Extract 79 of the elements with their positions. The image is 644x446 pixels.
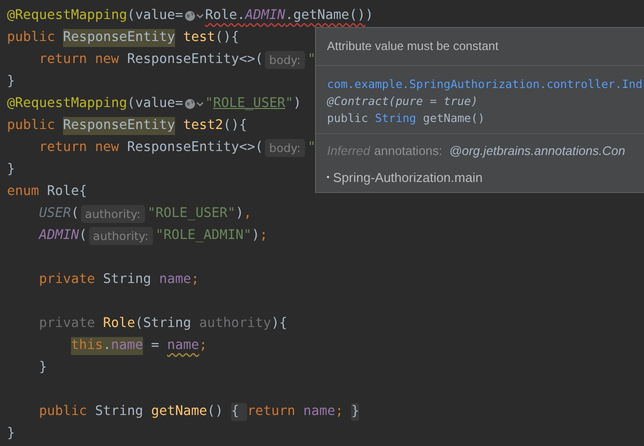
code-token: (){ [223,117,248,135]
error-message: Attribute value must be constant [316,28,644,66]
code-token: name [303,403,336,421]
globe-icon[interactable] [184,98,204,110]
code-token: ( [71,205,80,223]
parameter-hint: authority: [81,205,144,223]
code-token: test2 [183,117,224,135]
folded-brace: } [351,403,360,421]
code-token: USER [39,205,72,223]
code-token: " [308,51,316,69]
class-link[interactable]: com.example.SpringAuthorization.controller.Ind [327,76,644,93]
code-token: ADMIN [39,227,80,245]
globe-icon[interactable] [184,10,204,22]
code-token: ResponseEntity<>( [127,51,264,69]
code-token: public [39,403,88,421]
parameter-hint: body: [265,139,305,157]
code-token: ) [293,95,302,113]
code-token: ) [252,227,260,245]
code-token: " [205,95,214,113]
code-token: ResponseEntity [63,29,176,47]
code-token: public [7,117,56,135]
code-token: authority [199,315,272,333]
code-token: return [247,403,296,421]
code-token: () [207,403,224,421]
annotation-link[interactable]: @org.jetbrains.annotations.Con [449,144,626,158]
signature-line: @Contract(pure = true) [327,93,479,110]
code-token: , [244,205,252,223]
code-token: test [183,29,216,47]
code-token: Role. [205,7,246,25]
code-token: name [167,337,200,355]
code-token: " [308,139,316,157]
code-token: } [7,161,16,179]
code-token: @RequestMapping [7,7,128,25]
code-token: ) [236,205,244,223]
code-token: name [159,271,192,289]
code-token: Role{ [47,183,88,201]
signature-line: public String getName() [327,110,486,127]
code-token: = [151,337,160,355]
code-token: enum [7,183,40,201]
code-token: " [285,95,294,113]
code-token: ResponseEntity<>( [127,139,264,157]
code-token: ( [79,227,88,245]
code-token: ; [260,227,268,245]
parameter-hint: body: [265,51,305,69]
code-token: ROLE_USER [213,95,286,113]
code-token: } [7,73,16,91]
code-token: ADMIN [245,7,286,25]
code-token: } [7,425,16,443]
code-token: private [39,315,96,333]
code-token: private [39,271,96,289]
code-token: (String [135,315,192,333]
code-token: ; [335,403,344,421]
code-token: return new [39,51,120,69]
code-token: (value= [127,7,184,25]
folded-brace: { [231,403,248,421]
code-token: "ROLE_ADMIN" [156,227,252,245]
module-name: Spring-Authorization.main [333,170,483,184]
code-token: @RequestMapping [7,95,128,113]
code-token: ; [191,271,200,289]
code-token: ResponseEntity [63,117,176,135]
code-token: Role [103,315,136,333]
code-token: .getName() [285,7,366,25]
code-token: return new [39,139,120,157]
code-token: ){ [271,315,288,333]
annotations-label: annotations: [374,144,442,158]
code-token: String [95,403,144,421]
parameter-hint: authority: [89,227,152,245]
code-token: (value= [127,95,184,113]
code-token: getName [151,403,208,421]
code-token: . [103,337,112,355]
code-token: (){ [215,29,240,47]
code-token: "ROLE_USER" [148,205,236,223]
code-token: ) [365,7,374,25]
code-token: public [7,29,56,47]
code-token: name [111,337,144,355]
code-token: this [71,337,104,355]
code-token: } [39,359,48,377]
code-token: String [103,271,152,289]
code-token: ; [199,337,208,355]
